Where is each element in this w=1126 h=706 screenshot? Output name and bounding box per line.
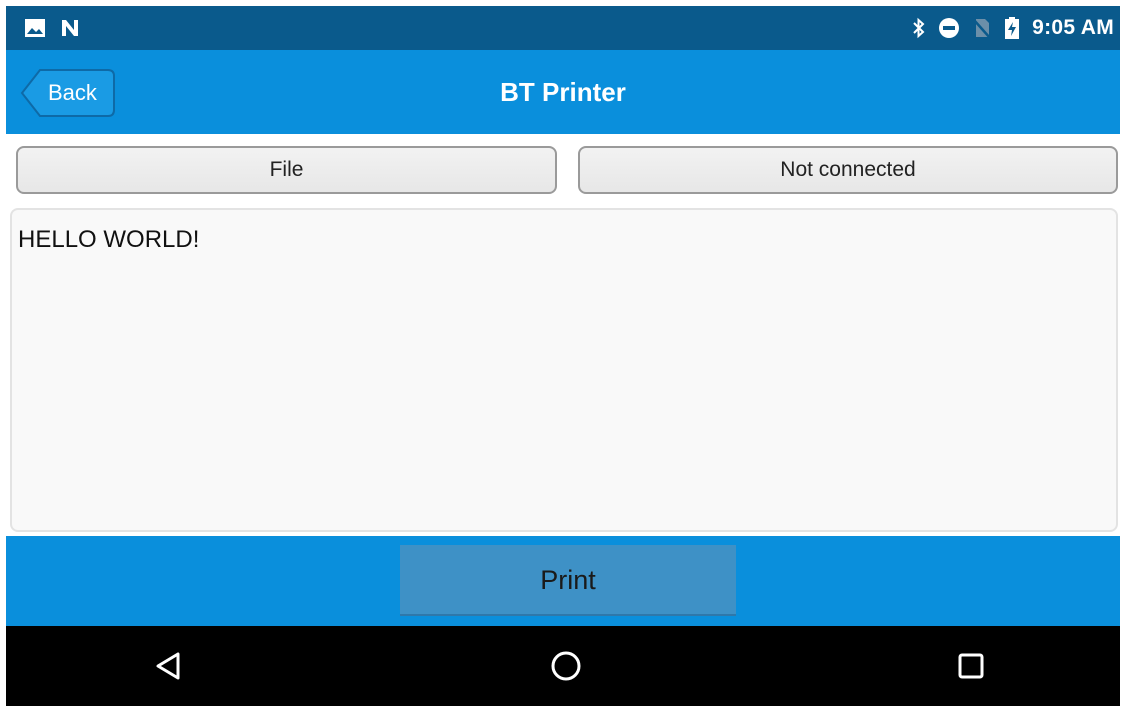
battery-charging-icon <box>1004 16 1020 40</box>
n-app-icon <box>60 18 80 38</box>
page-title: BT Printer <box>500 77 626 107</box>
back-button[interactable]: Back <box>20 68 116 118</box>
status-time: 9:05 AM <box>1032 16 1114 39</box>
back-button-label: Back <box>48 80 97 105</box>
navigation-bar <box>6 626 1120 706</box>
print-text-area[interactable]: HELLO WORLD! <box>10 208 1118 532</box>
no-sim-icon <box>972 17 992 39</box>
print-text-content: HELLO WORLD! <box>18 226 200 253</box>
action-bar: Print <box>6 536 1120 626</box>
nav-home-icon[interactable] <box>526 626 606 706</box>
status-bar: 9:05 AM <box>6 6 1120 50</box>
print-button[interactable]: Print <box>400 545 736 616</box>
app-bar: BT Printer Back <box>6 50 1120 134</box>
nav-back-icon[interactable] <box>129 626 209 706</box>
connection-status-button[interactable]: Not connected <box>578 146 1118 194</box>
file-button[interactable]: File <box>16 146 557 194</box>
bluetooth-icon <box>912 17 926 39</box>
do-not-disturb-icon <box>938 17 960 39</box>
app-screen: 9:05 AM BT Printer Back File Not connect… <box>6 6 1120 706</box>
nav-recents-icon[interactable] <box>931 626 1011 706</box>
image-icon <box>24 18 46 38</box>
